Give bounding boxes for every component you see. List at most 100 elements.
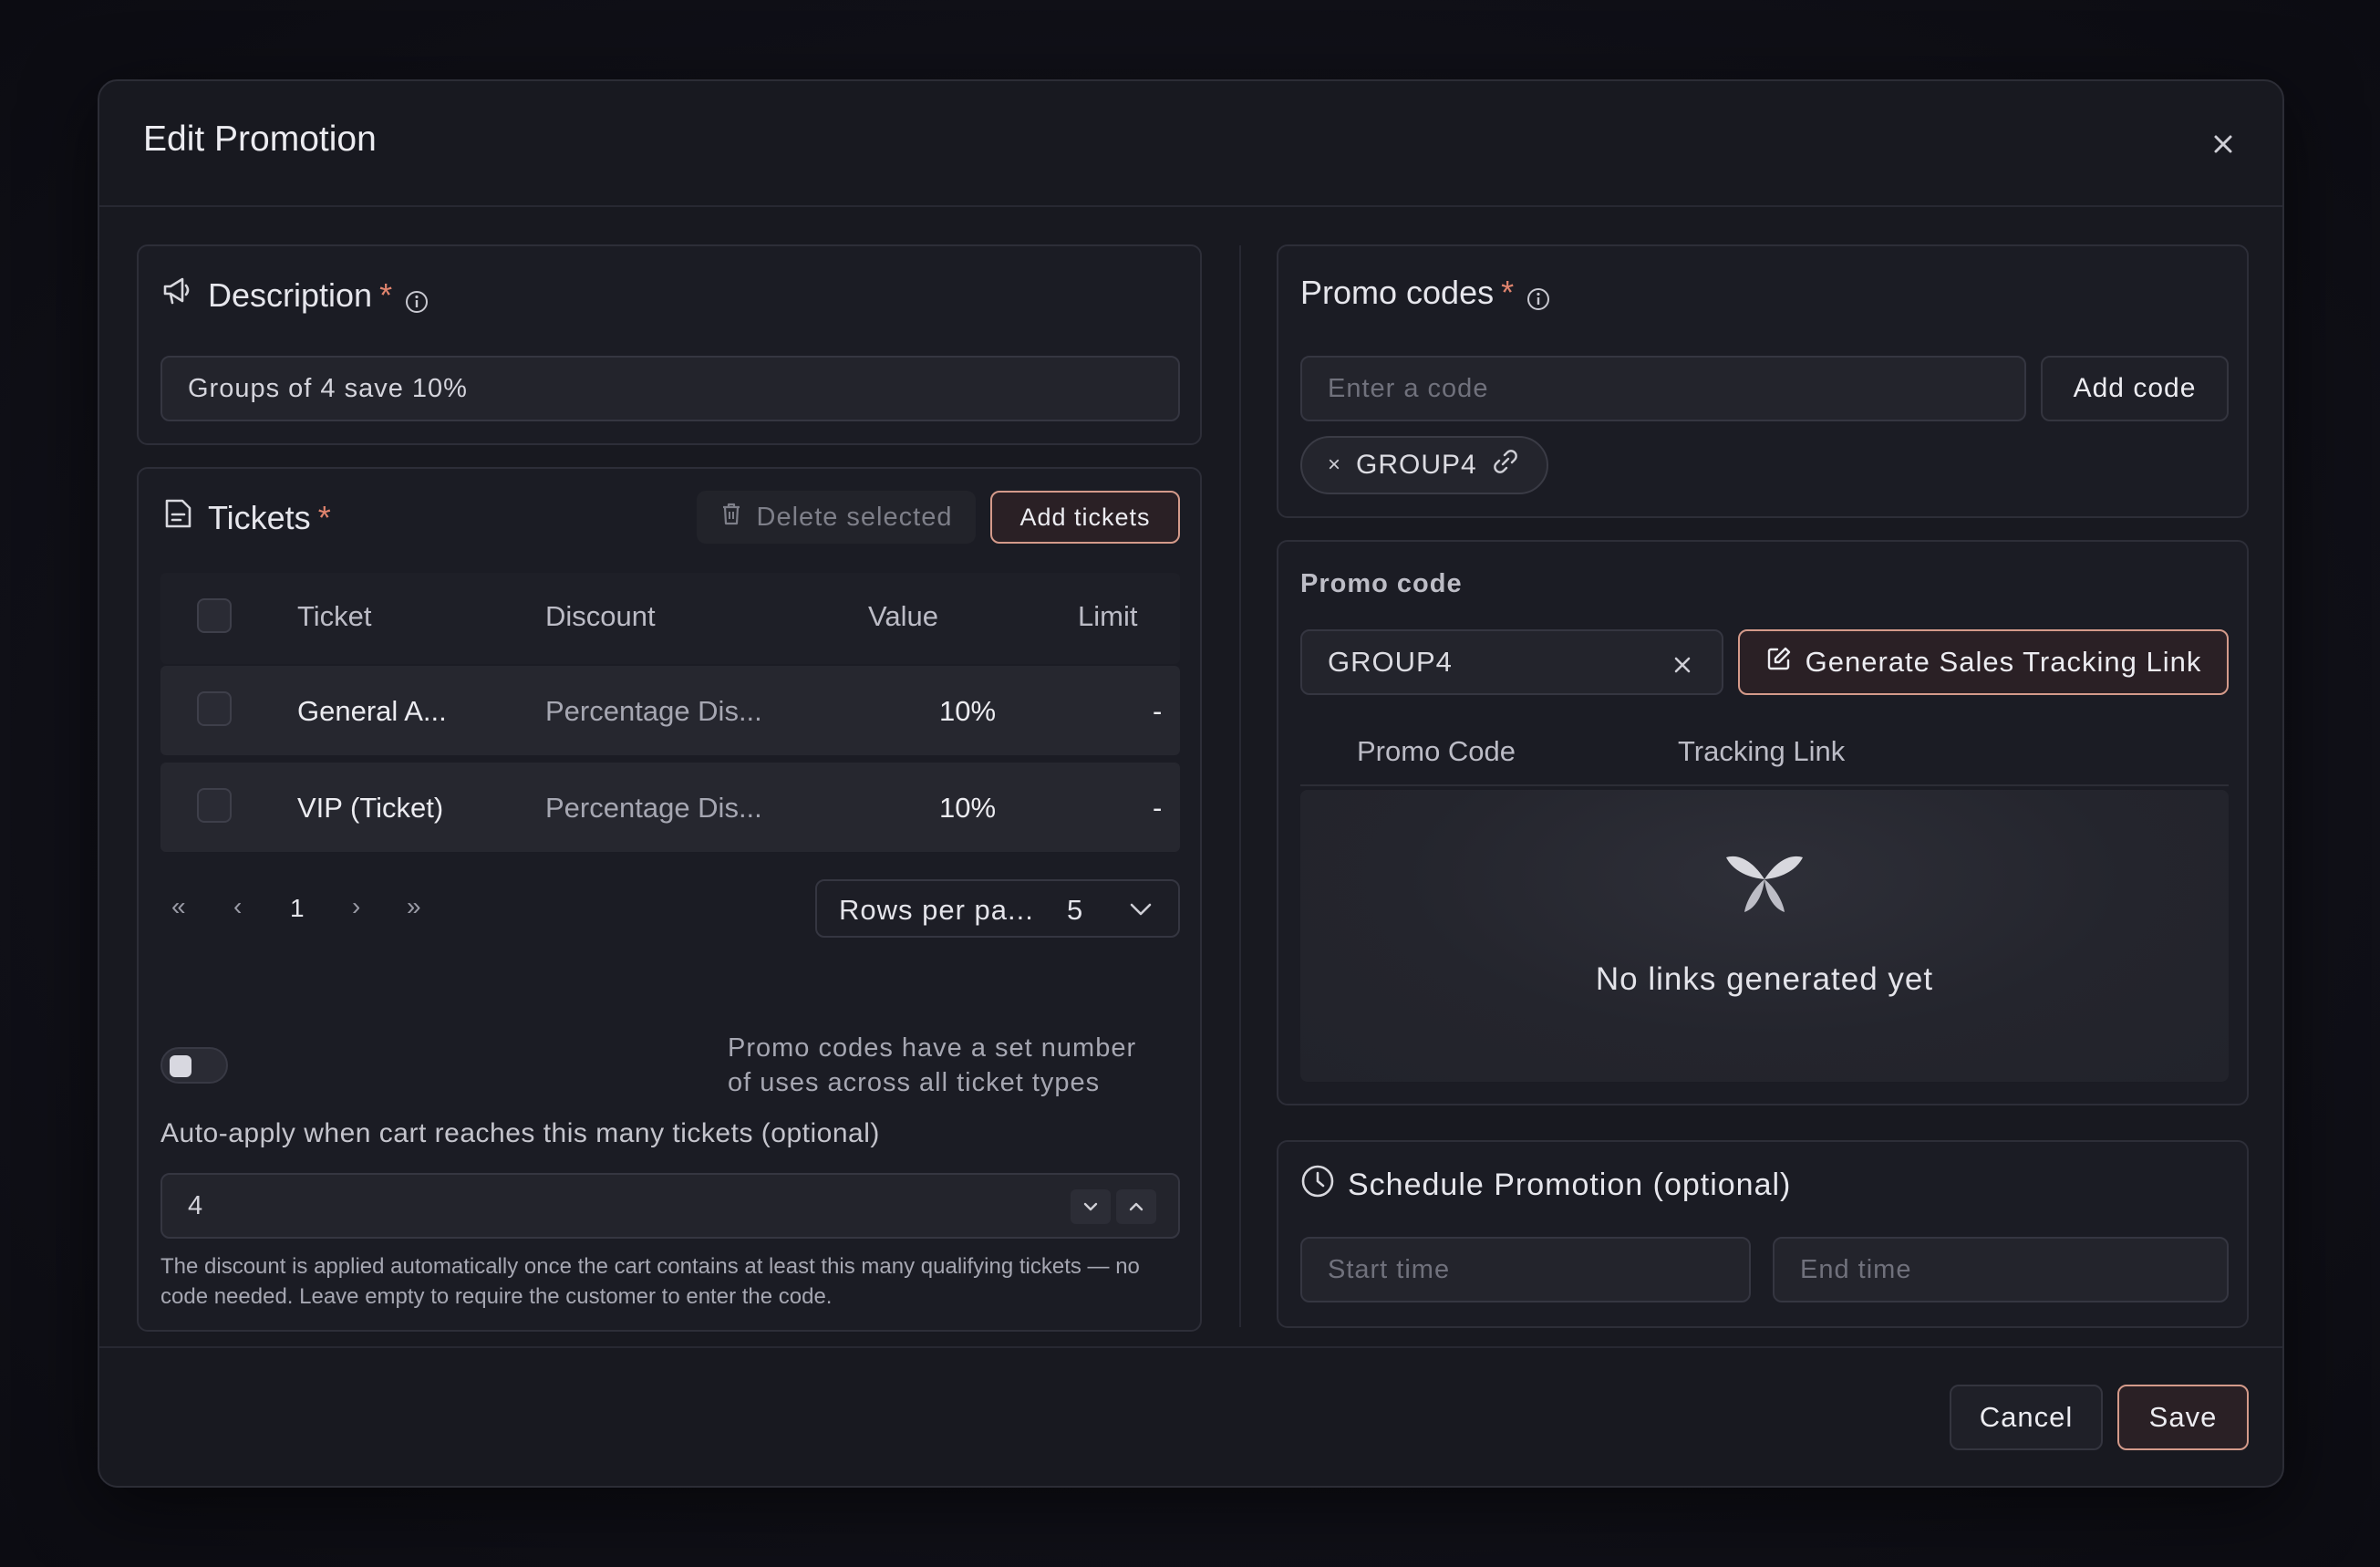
generate-tracking-link-button[interactable]: Generate Sales Tracking Link (1738, 629, 2229, 695)
chevron-up-icon (1129, 1202, 1143, 1211)
empty-state-icon (1719, 841, 1810, 922)
add-tickets-label: Add tickets (1019, 503, 1151, 531)
description-title: Description (208, 275, 373, 314)
modal-header: Edit Promotion (99, 81, 2282, 207)
modal-title: Edit Promotion (143, 119, 377, 159)
help-line: code needed. Leave empty to require the … (160, 1284, 833, 1309)
promo-code-detail-title: Promo code (1300, 569, 1463, 598)
previous-page-icon[interactable]: ‹ (233, 892, 242, 921)
shared-usage-label-line: Promo codes have a set number (728, 1033, 1137, 1063)
tickets-title: Tickets (208, 498, 311, 536)
last-page-icon[interactable]: » (407, 892, 421, 921)
table-row[interactable]: General A... Percentage Dis... 10% - (160, 666, 1180, 755)
current-page[interactable]: 1 (290, 894, 305, 923)
ticket-name: VIP (Ticket) (297, 792, 444, 824)
tickets-table-header: Ticket Discount Value Limit (160, 573, 1180, 664)
ticket-limit: - (1153, 695, 1163, 727)
chevron-down-icon (1129, 901, 1153, 922)
shared-usage-toggle[interactable] (160, 1047, 228, 1084)
decrement-button[interactable] (1071, 1189, 1111, 1224)
clear-icon[interactable] (1671, 651, 1694, 684)
schedule-card: Schedule Promotion (optional) Start time… (1277, 1140, 2249, 1328)
column-divider (1239, 245, 1241, 1327)
empty-state-text: No links generated yet (1595, 961, 1934, 997)
delete-selected-label: Delete selected (756, 502, 953, 532)
edit-promotion-dialog: Edit Promotion Description * Groups of 4… (98, 79, 2284, 1488)
shared-usage-label: Promo codes have a set number of uses ac… (728, 1031, 1136, 1100)
required-marker: * (317, 498, 331, 536)
delete-selected-button[interactable]: Delete selected (697, 491, 976, 544)
add-tickets-button[interactable]: Add tickets (990, 491, 1180, 544)
end-time-placeholder: End time (1800, 1254, 1912, 1284)
save-button[interactable]: Save (2117, 1385, 2249, 1450)
promo-code-input[interactable]: Enter a code (1300, 356, 2026, 421)
rows-per-page-select[interactable]: Rows per pa... 5 (815, 879, 1180, 938)
trash-icon (720, 502, 742, 533)
promo-code-detail-card: Promo code GROUP4 Generate Sales Trackin… (1277, 540, 2249, 1105)
required-marker: * (379, 275, 393, 314)
discount-type: Percentage Dis... (545, 792, 762, 824)
discount-value: 10% (939, 792, 997, 824)
chip-label: GROUP4 (1356, 450, 1477, 480)
tracking-links-empty-state: No links generated yet (1300, 790, 2229, 1082)
selected-promo-code-value: GROUP4 (1328, 646, 1453, 678)
promo-codes-card: Promo codes * Enter a code Add code × GR… (1277, 244, 2249, 518)
start-time-input[interactable]: Start time (1300, 1237, 1751, 1302)
save-label: Save (2148, 1401, 2218, 1433)
auto-apply-help: The discount is applied automatically on… (160, 1251, 1140, 1312)
increment-button[interactable] (1116, 1189, 1156, 1224)
add-code-button[interactable]: Add code (2041, 356, 2229, 421)
tickets-card: Tickets * Delete selected Add tickets Ti… (137, 467, 1202, 1332)
add-code-label: Add code (2073, 373, 2197, 403)
tracking-links-header: Promo Code Tracking Link (1300, 721, 2229, 786)
promo-codes-heading: Promo codes * (1300, 274, 1550, 312)
discount-value: 10% (939, 695, 997, 727)
promo-code-placeholder: Enter a code (1328, 373, 1489, 403)
column-header-promo-code: Promo Code (1357, 735, 1516, 767)
ticket-icon (160, 496, 195, 539)
next-page-icon[interactable]: › (352, 892, 360, 921)
megaphone-icon (160, 274, 195, 317)
column-header-discount[interactable]: Discount (545, 600, 656, 633)
help-line: The discount is applied automatically on… (160, 1254, 1140, 1279)
clock-icon (1300, 1164, 1335, 1207)
auto-apply-label: Auto-apply when cart reaches this many t… (160, 1118, 880, 1148)
rows-per-page-value: 5 (1067, 894, 1083, 926)
pagination: « ‹ 1 › » Rows per pa... 5 (160, 879, 1180, 938)
modal-footer: Cancel Save (99, 1346, 2282, 1488)
description-input[interactable]: Groups of 4 save 10% (160, 356, 1180, 421)
cancel-button[interactable]: Cancel (1950, 1385, 2103, 1450)
row-checkbox[interactable] (197, 691, 232, 726)
remove-chip-icon[interactable]: × (1328, 452, 1341, 478)
column-header-ticket[interactable]: Ticket (297, 600, 372, 633)
row-checkbox[interactable] (197, 788, 232, 823)
edit-icon (1765, 645, 1793, 680)
column-header-value[interactable]: Value (868, 600, 938, 633)
close-icon[interactable] (2208, 129, 2239, 160)
info-icon[interactable] (405, 284, 429, 313)
select-all-checkbox[interactable] (197, 598, 232, 633)
table-row[interactable]: VIP (Ticket) Percentage Dis... 10% - (160, 763, 1180, 852)
column-header-tracking-link: Tracking Link (1678, 735, 1846, 767)
rows-per-page-label: Rows per pa... (839, 894, 1034, 926)
promo-codes-title: Promo codes (1300, 274, 1495, 311)
first-page-icon[interactable]: « (171, 892, 186, 921)
selected-promo-code-field[interactable]: GROUP4 (1300, 629, 1723, 695)
shared-usage-label-line: of uses across all ticket types (728, 1068, 1101, 1097)
chevron-down-icon (1083, 1202, 1098, 1211)
generate-tracking-link-label: Generate Sales Tracking Link (1805, 646, 2202, 678)
tickets-heading: Tickets * (160, 496, 331, 539)
end-time-input[interactable]: End time (1773, 1237, 2229, 1302)
info-icon[interactable] (1526, 281, 1550, 310)
cancel-label: Cancel (1979, 1401, 2074, 1433)
description-value: Groups of 4 save 10% (188, 373, 468, 403)
link-icon[interactable] (1492, 448, 1519, 483)
schedule-title: Schedule Promotion (optional) (1348, 1167, 1792, 1202)
auto-apply-input[interactable]: 4 (160, 1173, 1180, 1239)
promo-code-chip[interactable]: × GROUP4 (1300, 436, 1548, 494)
description-card: Description * Groups of 4 save 10% (137, 244, 1202, 445)
ticket-limit: - (1153, 792, 1163, 824)
column-header-limit[interactable]: Limit (1078, 600, 1137, 633)
toggle-knob (170, 1055, 191, 1077)
required-marker: * (1501, 274, 1515, 311)
